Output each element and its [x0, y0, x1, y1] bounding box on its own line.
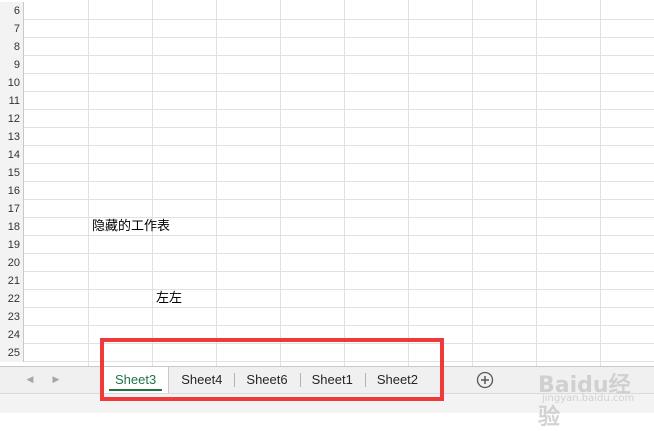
sheet-row[interactable]: 7 [0, 20, 654, 38]
sheet-row[interactable]: 20 [0, 254, 654, 272]
sheet-tab-sheet1[interactable]: Sheet1 [299, 367, 365, 393]
sheet-tab-sheet6[interactable]: Sheet6 [234, 367, 299, 393]
sheet-tab-sheet4[interactable]: Sheet4 [169, 367, 234, 393]
sheet-row[interactable]: 11 [0, 92, 654, 110]
row-header[interactable]: 19 [0, 236, 24, 254]
row-header[interactable]: 16 [0, 182, 24, 200]
row-header[interactable]: 6 [0, 2, 24, 20]
row-header[interactable]: 14 [0, 146, 24, 164]
cell-text[interactable]: 左左 [156, 290, 182, 308]
sheet-row[interactable]: 10 [0, 74, 654, 92]
watermark-url: jingyan.baidu.com [542, 393, 635, 404]
sheet-row[interactable]: 9 [0, 56, 654, 74]
row-header[interactable]: 9 [0, 56, 24, 74]
row-header[interactable]: 24 [0, 326, 24, 344]
row-header[interactable]: 17 [0, 200, 24, 218]
row-header[interactable]: 7 [0, 20, 24, 38]
row-header[interactable]: 15 [0, 164, 24, 182]
row-header[interactable]: 22 [0, 290, 24, 308]
sheet-row[interactable]: 14 [0, 146, 654, 164]
sheet-tab-sheet3[interactable]: Sheet3 [102, 367, 170, 393]
scroll-tabs-right-icon[interactable]: ▶ [46, 367, 66, 393]
sheet-row[interactable]: 12 [0, 110, 654, 128]
sheet-row[interactable]: 18 隐藏的工作表 [0, 218, 654, 236]
sheet-row[interactable]: 13 [0, 128, 654, 146]
add-sheet-button[interactable] [476, 371, 494, 389]
row-header[interactable]: 21 [0, 272, 24, 290]
sheet-row[interactable]: 25 [0, 344, 654, 362]
sheet-tabs: Sheet3 Sheet4 Sheet6 Sheet1 Sheet2 [102, 367, 430, 393]
worksheet-grid[interactable]: 6 7 8 9 10 11 12 13 14 15 16 17 18 隐藏的工作表 19 20 21 22 左左 23… [0, 0, 654, 366]
cell-text[interactable]: 隐藏的工作表 [92, 218, 170, 236]
row-header[interactable]: 12 [0, 110, 24, 128]
sheet-row[interactable]: 22 左左 [0, 290, 654, 308]
row-header[interactable]: 18 [0, 218, 24, 236]
sheet-row[interactable]: 21 [0, 272, 654, 290]
row-header[interactable]: 23 [0, 308, 24, 326]
row-header[interactable]: 8 [0, 38, 24, 56]
sheet-row[interactable]: 8 [0, 38, 654, 56]
sheet-row[interactable]: 15 [0, 164, 654, 182]
sheet-row[interactable]: 19 [0, 236, 654, 254]
sheet-row[interactable]: 6 [0, 2, 654, 20]
row-header[interactable]: 20 [0, 254, 24, 272]
row-header[interactable]: 25 [0, 344, 24, 362]
sheet-row[interactable]: 24 [0, 326, 654, 344]
row-header[interactable]: 11 [0, 92, 24, 110]
row-header[interactable]: 13 [0, 128, 24, 146]
plus-circle-icon [476, 371, 494, 389]
sheet-row[interactable]: 17 [0, 200, 654, 218]
row-header[interactable]: 10 [0, 74, 24, 92]
sheet-row[interactable]: 23 [0, 308, 654, 326]
scroll-tabs-left-icon[interactable]: ◀ [20, 367, 40, 393]
watermark: Baidu经验 jingyan.baidu.com [538, 367, 648, 430]
sheet-tab-sheet2[interactable]: Sheet2 [364, 367, 430, 393]
sheet-row[interactable]: 16 [0, 182, 654, 200]
